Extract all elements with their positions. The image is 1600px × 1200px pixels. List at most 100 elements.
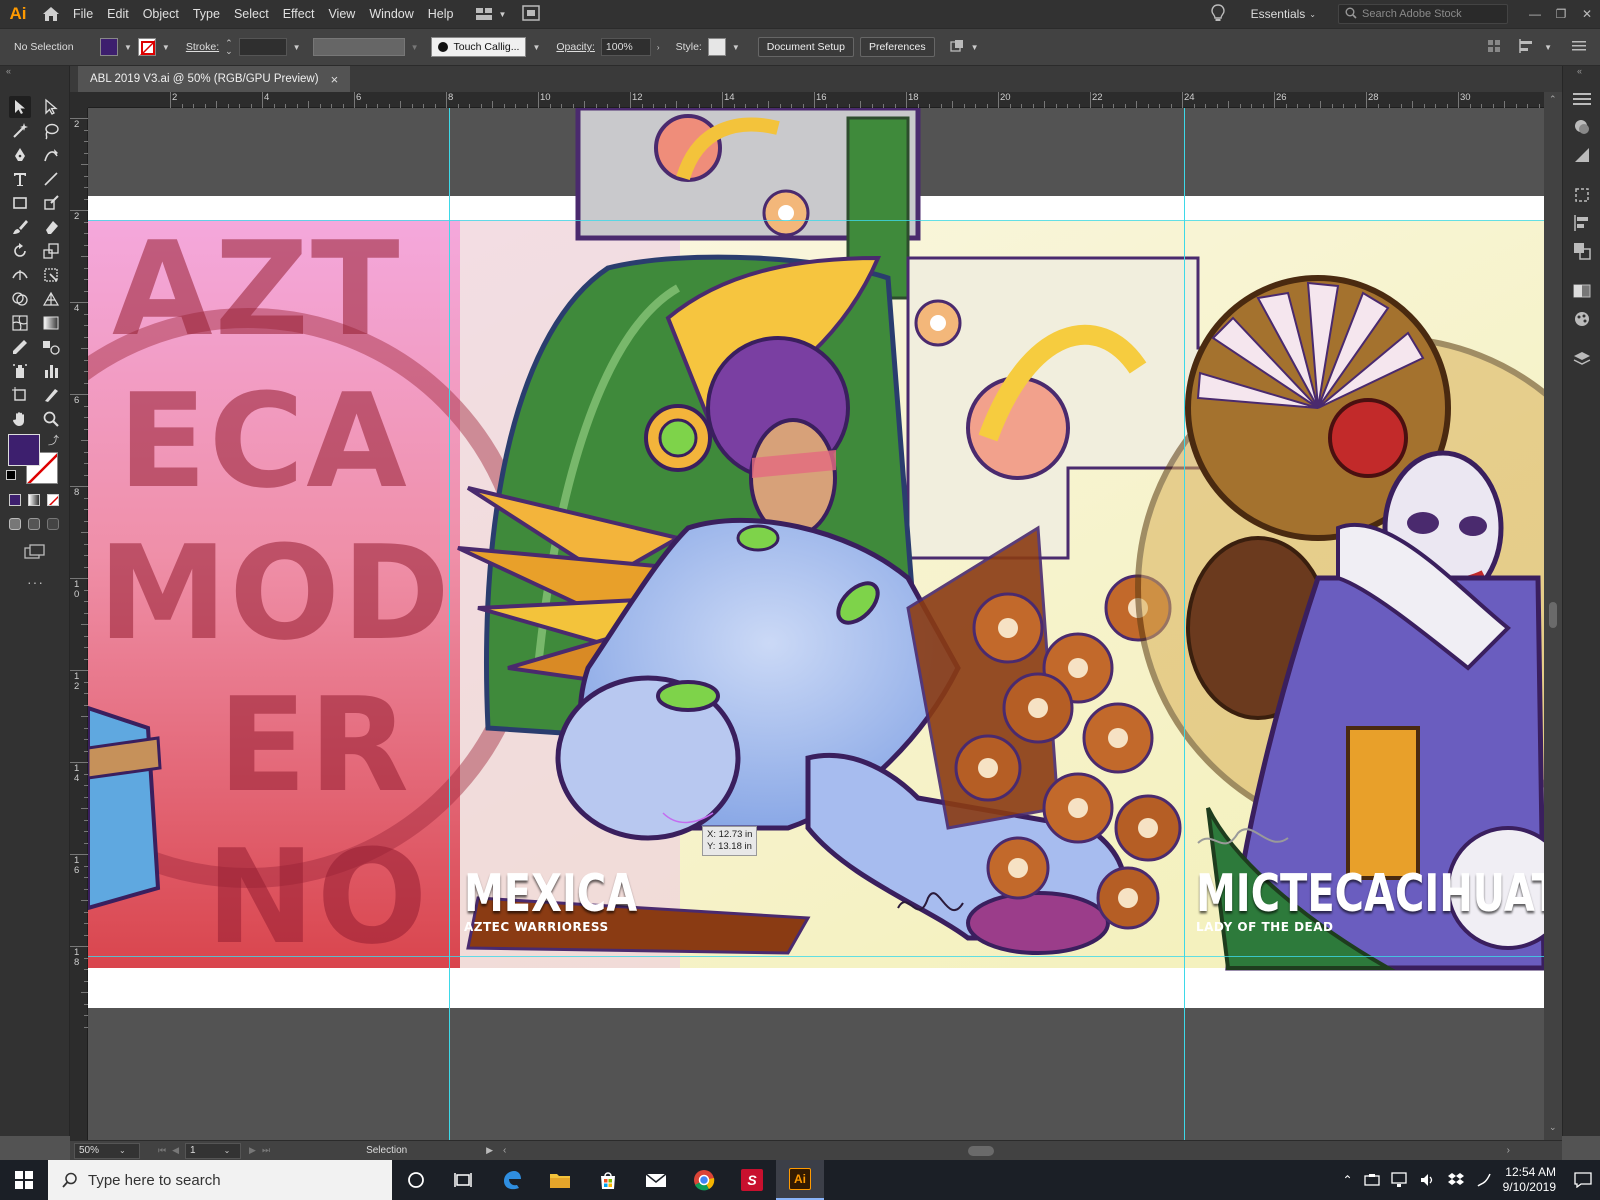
- dropbox-icon[interactable]: [1447, 1172, 1465, 1188]
- document-setup-button[interactable]: Document Setup: [757, 37, 854, 57]
- vertical-ruler[interactable]: 2 2 4 6 8 1 0 1 2 1 4 1 6 1 8: [70, 108, 88, 1140]
- lightbulb-icon[interactable]: [1210, 3, 1225, 25]
- pathfinder-panel-icon[interactable]: [1573, 242, 1591, 260]
- draw-inside-icon[interactable]: [47, 518, 59, 530]
- show-hidden-icons-icon[interactable]: ⌃: [1343, 1173, 1353, 1187]
- transform-panel-icon[interactable]: [1573, 186, 1591, 204]
- variable-width-profile[interactable]: [312, 38, 405, 56]
- menu-view[interactable]: View: [321, 0, 362, 28]
- gradient-tool-icon[interactable]: [40, 312, 62, 334]
- default-colors-icon[interactable]: [6, 470, 16, 480]
- horizontal-scroll-track[interactable]: [506, 1141, 1506, 1161]
- menu-edit[interactable]: Edit: [100, 0, 136, 28]
- cortana-icon[interactable]: [392, 1160, 440, 1200]
- chevron-down-icon[interactable]: ▼: [971, 43, 979, 52]
- draw-normal-icon[interactable]: [9, 518, 21, 530]
- edit-toolbar-icon[interactable]: ···: [27, 574, 44, 590]
- scroll-up-icon[interactable]: ⌃: [1549, 94, 1557, 105]
- clock[interactable]: 12:54 AM 9/10/2019: [1503, 1165, 1556, 1195]
- menu-file[interactable]: File: [66, 0, 100, 28]
- menu-select[interactable]: Select: [227, 0, 276, 28]
- horizontal-guide-top[interactable]: [88, 220, 1544, 221]
- canvas[interactable]: AZT ECA MOD ER NO MEXICA AZTEC WARRIORES…: [88, 108, 1544, 1140]
- opacity-label[interactable]: Opacity:: [556, 41, 595, 53]
- scale-tool-icon[interactable]: [40, 240, 62, 262]
- close-tab-icon[interactable]: ×: [331, 72, 339, 87]
- vertical-scrollbar[interactable]: ⌃ ⌄: [1544, 92, 1562, 1140]
- draw-behind-icon[interactable]: [28, 518, 40, 530]
- chevron-right-icon[interactable]: ›: [657, 43, 660, 52]
- zoom-tool-icon[interactable]: [40, 408, 62, 430]
- ruler-origin[interactable]: [70, 92, 88, 108]
- taskbar-search-input[interactable]: Type here to search: [48, 1160, 392, 1200]
- vertical-guide-right[interactable]: [1184, 108, 1185, 1140]
- layers-panel-icon[interactable]: [1573, 350, 1591, 368]
- send-to-screen-icon[interactable]: [522, 4, 541, 24]
- artboard-tool-icon[interactable]: [9, 384, 31, 406]
- lasso-tool-icon[interactable]: [40, 120, 62, 142]
- windows-start-icon[interactable]: [0, 1160, 48, 1200]
- align-panel-icon[interactable]: [1573, 214, 1591, 232]
- illustrator-taskbar-icon[interactable]: Ai: [776, 1160, 824, 1200]
- chevron-down-icon[interactable]: ▼: [124, 43, 132, 52]
- scroll-right-icon[interactable]: ›: [1507, 1145, 1510, 1156]
- microsoft-store-icon[interactable]: [584, 1160, 632, 1200]
- chevron-down-icon[interactable]: ▼: [293, 43, 301, 52]
- vertical-scroll-thumb[interactable]: [1549, 602, 1557, 628]
- symbol-sprayer-tool-icon[interactable]: [9, 360, 31, 382]
- zoom-select[interactable]: 50% ⌄: [74, 1142, 140, 1159]
- screen-mode-icon[interactable]: [24, 544, 46, 563]
- gradient-mode-icon[interactable]: [28, 494, 40, 506]
- appearance-panel-icon[interactable]: [1573, 310, 1591, 328]
- slice-tool-icon[interactable]: [40, 384, 62, 406]
- acrobat-icon[interactable]: S: [728, 1160, 776, 1200]
- menu-object[interactable]: Object: [136, 0, 186, 28]
- mail-icon[interactable]: [632, 1160, 680, 1200]
- menu-window[interactable]: Window: [362, 0, 420, 28]
- volume-icon[interactable]: [1419, 1172, 1437, 1188]
- task-view-icon[interactable]: [440, 1160, 488, 1200]
- workspace-switcher[interactable]: Essentials ⌄: [1251, 7, 1316, 21]
- shaper-tool-icon[interactable]: [40, 192, 62, 214]
- horizontal-ruler[interactable]: 2 4 6 8 10 12 14 16 18 20 22 24 26 28 30: [88, 92, 1544, 108]
- color-panel-icon[interactable]: [1573, 118, 1591, 136]
- first-artboard-icon[interactable]: ⏮: [158, 1145, 166, 1156]
- type-tool-icon[interactable]: [9, 168, 31, 190]
- home-icon[interactable]: [36, 0, 66, 28]
- color-mode-icon[interactable]: [9, 494, 21, 506]
- transform-icon[interactable]: [1518, 38, 1534, 57]
- brush-definition[interactable]: Touch Callig...: [430, 37, 527, 57]
- pen-tool-icon[interactable]: [9, 144, 31, 166]
- shape-builder-tool-icon[interactable]: [9, 288, 31, 310]
- fill-color-box[interactable]: [8, 434, 40, 466]
- mesh-tool-icon[interactable]: [9, 312, 31, 334]
- arrange-icon[interactable]: [949, 38, 965, 57]
- status-menu-icon[interactable]: ▶: [486, 1145, 493, 1156]
- chevron-down-icon[interactable]: ▼: [732, 43, 740, 52]
- stroke-swatch[interactable]: [137, 38, 156, 56]
- rotate-tool-icon[interactable]: [9, 240, 31, 262]
- horizontal-guide-bottom[interactable]: [88, 956, 1544, 957]
- collapse-toolbar-icon[interactable]: «: [6, 66, 11, 76]
- scroll-down-icon[interactable]: ⌄: [1549, 1122, 1557, 1133]
- current-tool-status[interactable]: Selection: [366, 1145, 486, 1156]
- gradient-panel-icon[interactable]: [1573, 282, 1591, 300]
- previous-artboard-icon[interactable]: ◀: [172, 1145, 179, 1156]
- stroke-weight-field[interactable]: [238, 38, 287, 56]
- rectangle-tool-icon[interactable]: [9, 192, 31, 214]
- swap-fill-stroke-icon[interactable]: ⤴: [48, 432, 59, 448]
- arrange-documents-button[interactable]: ▼: [475, 7, 506, 21]
- properties-panel-icon[interactable]: [1573, 90, 1591, 108]
- chrome-icon[interactable]: [680, 1160, 728, 1200]
- horizontal-scroll-thumb[interactable]: [968, 1145, 995, 1156]
- close-window-icon[interactable]: ✕: [1574, 7, 1600, 21]
- graphic-style-swatch[interactable]: [707, 38, 726, 56]
- usb-device-icon[interactable]: [1363, 1173, 1381, 1187]
- chevron-down-icon[interactable]: ▼: [162, 43, 170, 52]
- color-guide-icon[interactable]: [1573, 146, 1591, 164]
- pen-windows-ink-icon[interactable]: [1475, 1171, 1493, 1189]
- line-segment-tool-icon[interactable]: [40, 168, 62, 190]
- hand-tool-icon[interactable]: [9, 408, 31, 430]
- file-explorer-icon[interactable]: [536, 1160, 584, 1200]
- stroke-stepper-icon[interactable]: ⌃ ⌄: [225, 39, 233, 56]
